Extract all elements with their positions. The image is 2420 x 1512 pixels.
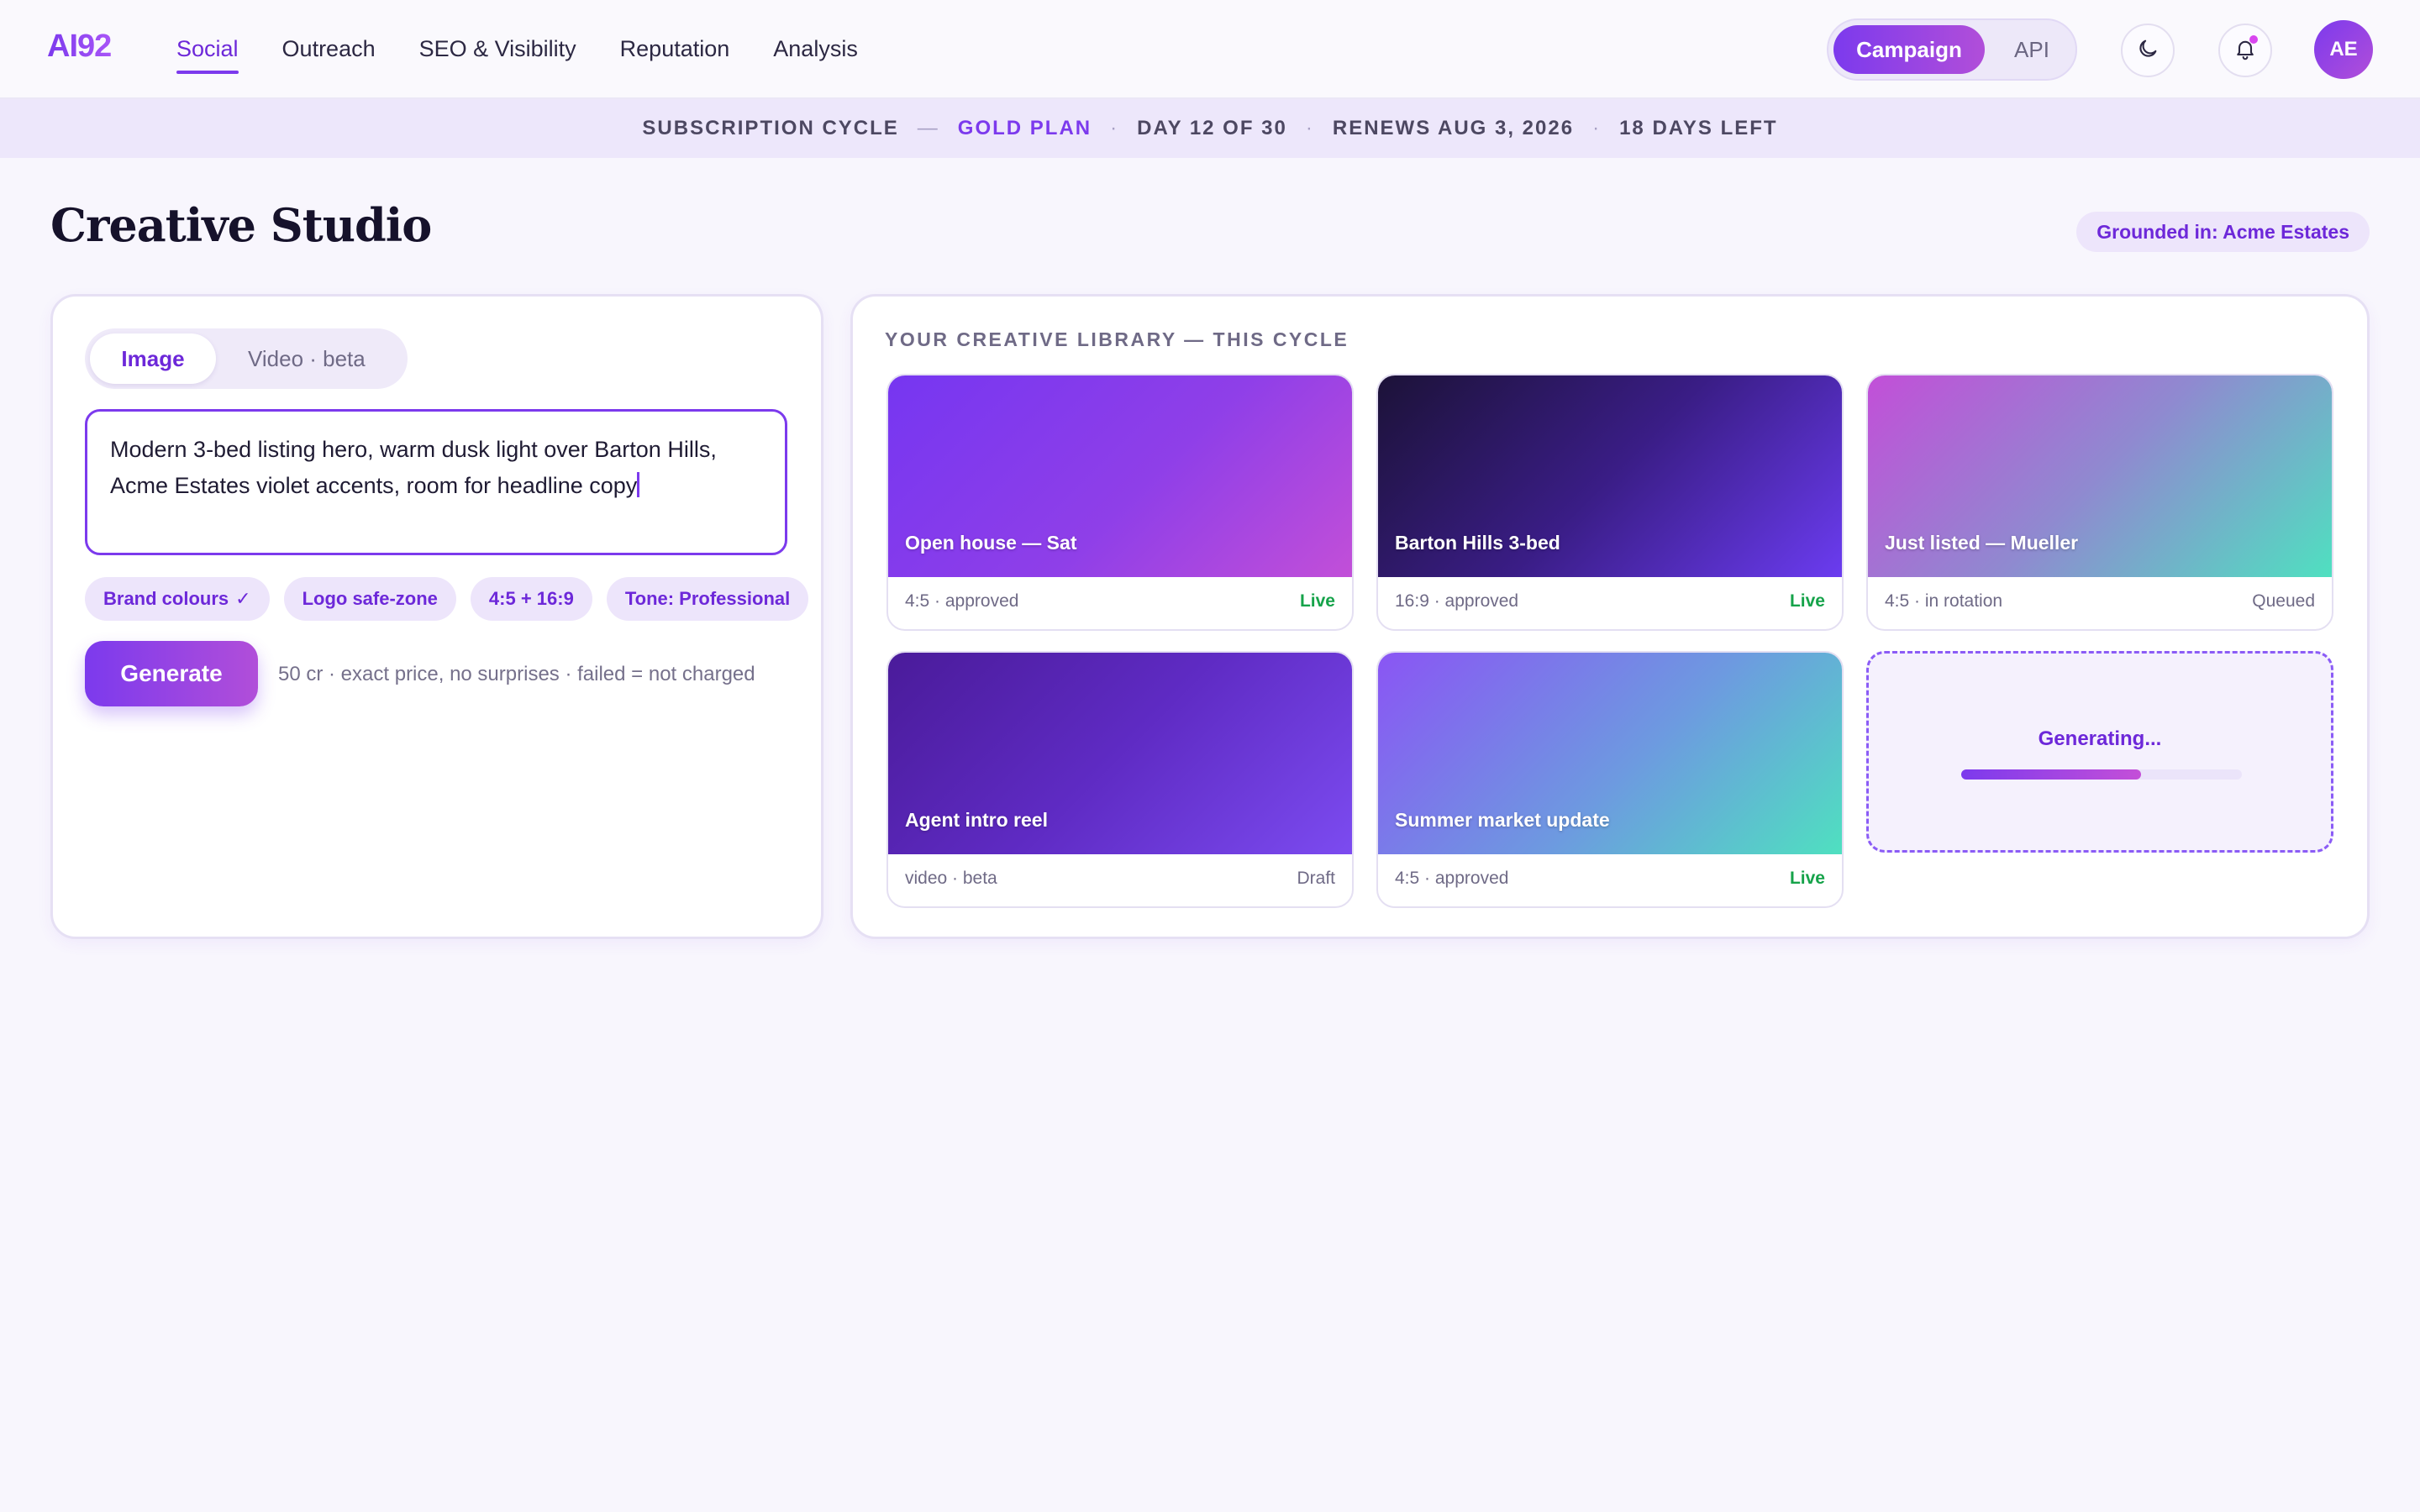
library-tile[interactable]: Just listed — Mueller 4:5 · in rotation …: [1866, 374, 2333, 631]
separator-dot: ·: [1110, 117, 1119, 139]
library-heading: YOUR CREATIVE LIBRARY — THIS CYCLE: [885, 328, 1349, 350]
nav-link-outreach[interactable]: Outreach: [282, 0, 376, 99]
prompt-input[interactable]: Modern 3-bed listing hero, warm dusk lig…: [85, 409, 787, 555]
chip-tone[interactable]: Tone: Professional: [606, 577, 809, 621]
chip-logo-safe-zone[interactable]: Logo safe-zone: [283, 577, 456, 621]
tile-title: Agent intro reel: [905, 809, 1048, 831]
tile-meta: 4:5 · in rotation: [1885, 591, 2003, 611]
top-navigation: AI92 Social Outreach SEO & Visibility Re…: [0, 0, 2420, 99]
subscription-banner: SUBSCRIPTION CYCLE — GOLD PLAN · DAY 12 …: [0, 99, 2420, 158]
days-left: 18 DAYS LEFT: [1619, 117, 1778, 139]
campaign-api-toggle: Campaign API: [1827, 18, 2077, 81]
creative-library-panel: YOUR CREATIVE LIBRARY — THIS CYCLE Open …: [850, 294, 2370, 939]
chip-aspect-ratios[interactable]: 4:5 + 16:9: [470, 577, 592, 621]
media-type-toggle: Image Video · beta: [85, 328, 408, 389]
primary-nav: Social Outreach SEO & Visibility Reputat…: [176, 0, 902, 99]
price-note: 50 cr · exact price, no surprises · fail…: [278, 663, 755, 685]
tile-status: Live: [1789, 591, 1825, 611]
tile-status: Live: [1299, 591, 1335, 611]
library-tile[interactable]: Agent intro reel video · beta Draft: [886, 651, 1354, 908]
notifications-button[interactable]: [2218, 24, 2272, 77]
separator-dot: ·: [1592, 117, 1602, 139]
tile-title: Summer market update: [1395, 809, 1610, 831]
renewal-date: RENEWS AUG 3, 2026: [1332, 117, 1575, 139]
nav-link-social[interactable]: Social: [176, 0, 239, 99]
theme-toggle-button[interactable]: [2121, 24, 2175, 77]
app-logo[interactable]: AI92: [47, 29, 112, 65]
tile-meta: 4:5 · approved: [905, 591, 1019, 611]
generating-label: Generating...: [2038, 727, 2162, 750]
tile-meta: 4:5 · approved: [1395, 869, 1509, 888]
check-icon: ✓: [235, 588, 251, 609]
generation-progress-bar: [1961, 769, 2242, 780]
chip-label: Brand colours: [103, 588, 229, 609]
plan-name: GOLD PLAN: [957, 117, 1092, 139]
page-title: Creative Studio: [50, 198, 432, 252]
cycle-day: DAY 12 OF 30: [1137, 117, 1287, 139]
nav-link-reputation[interactable]: Reputation: [620, 0, 730, 99]
option-chips: Brand colours ✓ Logo safe-zone 4:5 + 16:9…: [85, 577, 823, 621]
tile-title: Just listed — Mueller: [1885, 532, 2079, 554]
tile-status: Queued: [2252, 591, 2315, 611]
subscription-cycle-label: SUBSCRIPTION CYCLE: [642, 117, 899, 139]
nav-link-analysis[interactable]: Analysis: [773, 0, 858, 99]
library-tile[interactable]: Summer market update 4:5 · approved Live: [1376, 651, 1844, 908]
api-mode-button[interactable]: API: [1991, 25, 2072, 74]
text-caret: [637, 472, 640, 497]
prompt-text: Modern 3-bed listing hero, warm dusk lig…: [110, 437, 717, 498]
tile-status: Live: [1789, 869, 1825, 888]
composer-panel: Image Video · beta Modern 3-bed listing …: [50, 294, 823, 939]
generating-tile: Generating...: [1866, 651, 2333, 853]
separator-dot: ·: [1305, 117, 1314, 139]
notification-dot: [2249, 35, 2258, 44]
generation-progress-fill: [1961, 769, 2141, 780]
tile-title: Barton Hills 3-bed: [1395, 532, 1560, 554]
tile-meta: video · beta: [905, 869, 997, 888]
nav-link-seo-visibility[interactable]: SEO & Visibility: [419, 0, 576, 99]
grounded-in-badge: Grounded in: Acme Estates: [2076, 212, 2370, 252]
library-tile[interactable]: Barton Hills 3-bed 16:9 · approved Live: [1376, 374, 1844, 631]
video-beta-tab[interactable]: Video · beta: [248, 333, 366, 384]
chip-brand-colours[interactable]: Brand colours ✓: [85, 577, 270, 621]
library-tile[interactable]: Open house — Sat 4:5 · approved Live: [886, 374, 1354, 631]
tile-meta: 16:9 · approved: [1395, 591, 1519, 611]
tile-status: Draft: [1297, 869, 1335, 888]
tile-title: Open house — Sat: [905, 532, 1077, 554]
separator-dash: —: [917, 117, 939, 139]
campaign-mode-button[interactable]: Campaign: [1833, 25, 1985, 74]
user-avatar[interactable]: AE: [2314, 20, 2373, 79]
generate-button[interactable]: Generate: [85, 641, 258, 706]
image-tab[interactable]: Image: [90, 333, 216, 384]
moon-icon: [2136, 37, 2160, 65]
